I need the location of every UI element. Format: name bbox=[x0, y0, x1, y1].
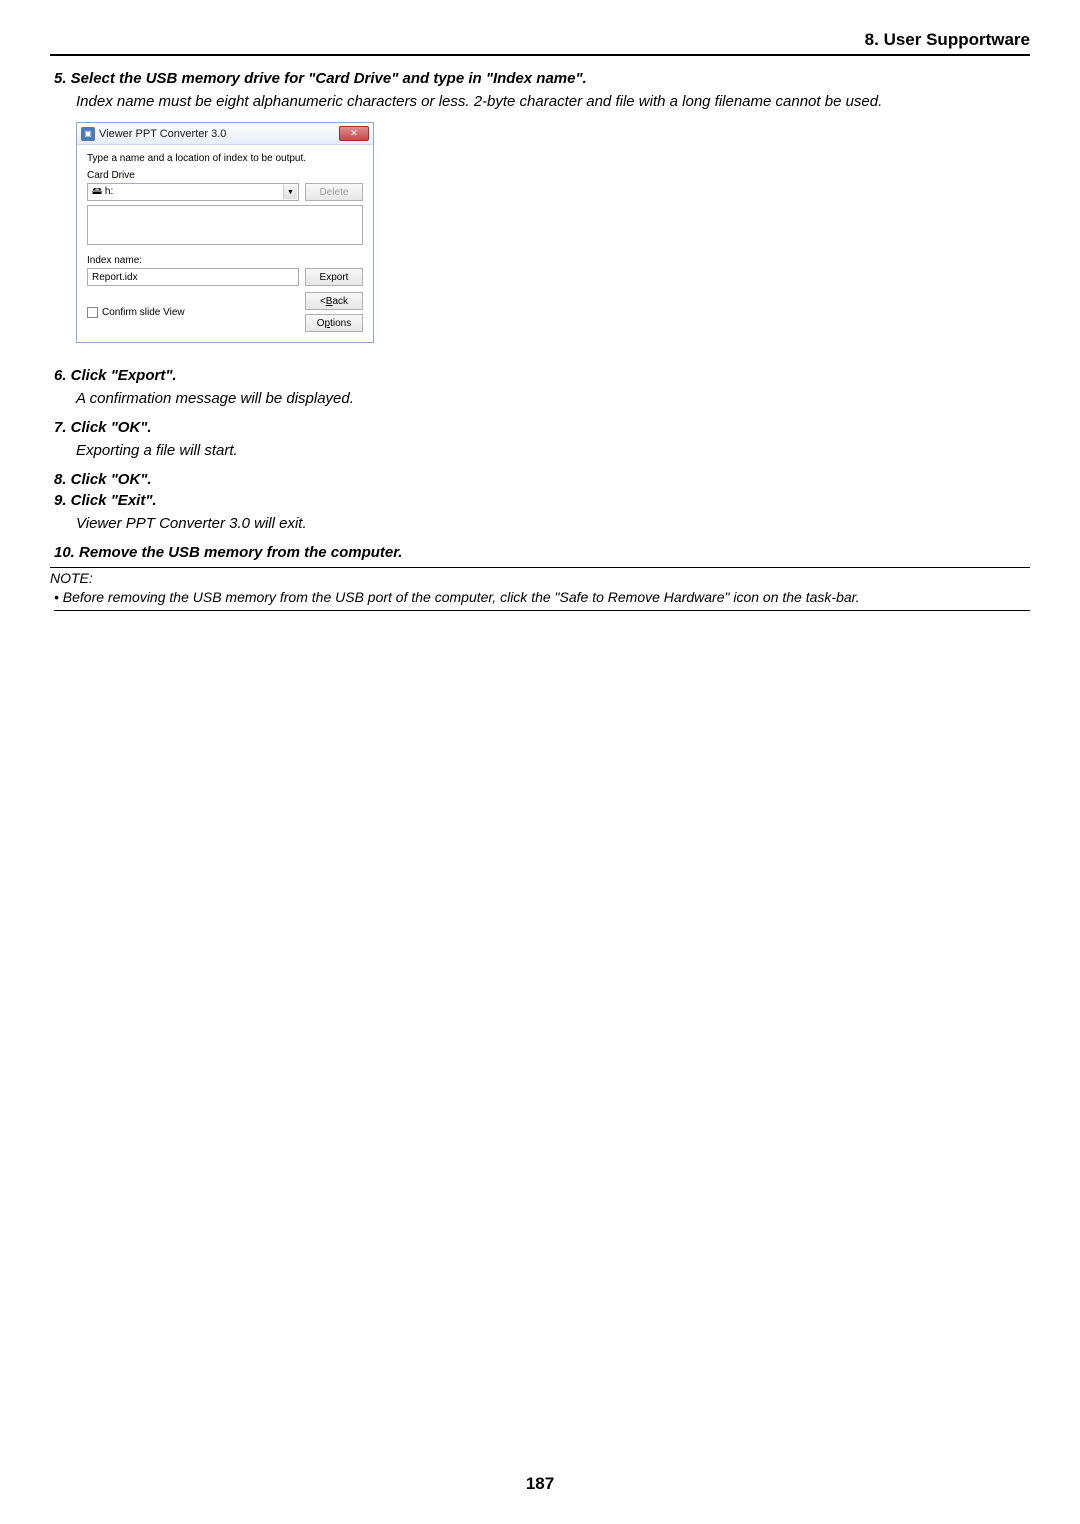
step-10-title: 10. Remove the USB memory from the compu… bbox=[54, 544, 1030, 561]
dialog-titlebar: ▣ Viewer PPT Converter 3.0 ✕ bbox=[77, 123, 373, 145]
step-7-desc: Exporting a file will start. bbox=[76, 440, 1030, 461]
card-drive-dropdown[interactable]: 🖴 h: ▼ bbox=[87, 183, 299, 201]
checkbox-icon bbox=[87, 307, 98, 318]
step-5-desc: Index name must be eight alphanumeric ch… bbox=[76, 91, 1030, 112]
index-name-input[interactable]: Report.idx bbox=[87, 268, 299, 286]
card-drive-row: 🖴 h: ▼ Delete bbox=[87, 183, 363, 201]
options-button[interactable]: Options bbox=[305, 314, 363, 332]
index-name-label: Index name: bbox=[87, 255, 363, 266]
chevron-down-icon: ▼ bbox=[283, 185, 297, 199]
confirm-checkbox-wrapper[interactable]: Confirm slide View bbox=[87, 307, 185, 318]
index-name-row: Report.idx Export bbox=[87, 268, 363, 286]
step-7-title: 7. Click "OK". bbox=[54, 419, 1030, 436]
note-section: NOTE: • Before removing the USB memory f… bbox=[50, 567, 1030, 611]
step-8-title: 8. Click "OK". bbox=[54, 471, 1030, 488]
card-drive-value: 🖴 h: bbox=[92, 184, 113, 201]
export-button[interactable]: Export bbox=[305, 268, 363, 286]
dialog-screenshot: ▣ Viewer PPT Converter 3.0 ✕ Type a name… bbox=[76, 122, 1030, 343]
note-label: NOTE: bbox=[50, 570, 1030, 586]
delete-button[interactable]: Delete bbox=[305, 183, 363, 201]
dialog-body: Type a name and a location of index to b… bbox=[77, 145, 373, 342]
close-icon: ✕ bbox=[350, 128, 358, 139]
app-icon: ▣ bbox=[81, 127, 95, 141]
close-button[interactable]: ✕ bbox=[339, 126, 369, 141]
header-title: 8. User Supportware bbox=[50, 30, 1030, 50]
page-number: 187 bbox=[0, 1474, 1080, 1494]
drive-listbox[interactable] bbox=[87, 205, 363, 245]
dialog-instruction: Type a name and a location of index to b… bbox=[87, 153, 363, 164]
step-9-title: 9. Click "Exit". bbox=[54, 492, 1030, 509]
step-6-desc: A confirmation message will be displayed… bbox=[76, 388, 1030, 409]
back-button[interactable]: < Back bbox=[305, 292, 363, 310]
bottom-row: Confirm slide View < Back Options bbox=[87, 292, 363, 332]
right-buttons: < Back Options bbox=[305, 292, 363, 332]
card-drive-label: Card Drive bbox=[87, 170, 363, 181]
confirm-checkbox-label: Confirm slide View bbox=[102, 307, 185, 318]
note-text: • Before removing the USB memory from th… bbox=[54, 588, 1030, 611]
ppt-converter-dialog: ▣ Viewer PPT Converter 3.0 ✕ Type a name… bbox=[76, 122, 374, 343]
step-6-title: 6. Click "Export". bbox=[54, 367, 1030, 384]
header-section: 8. User Supportware bbox=[50, 30, 1030, 56]
index-name-value: Report.idx bbox=[92, 272, 138, 283]
dialog-title: Viewer PPT Converter 3.0 bbox=[99, 128, 226, 140]
step-5-title: 5. Select the USB memory drive for "Card… bbox=[54, 70, 1030, 87]
step-9-desc: Viewer PPT Converter 3.0 will exit. bbox=[76, 513, 1030, 534]
